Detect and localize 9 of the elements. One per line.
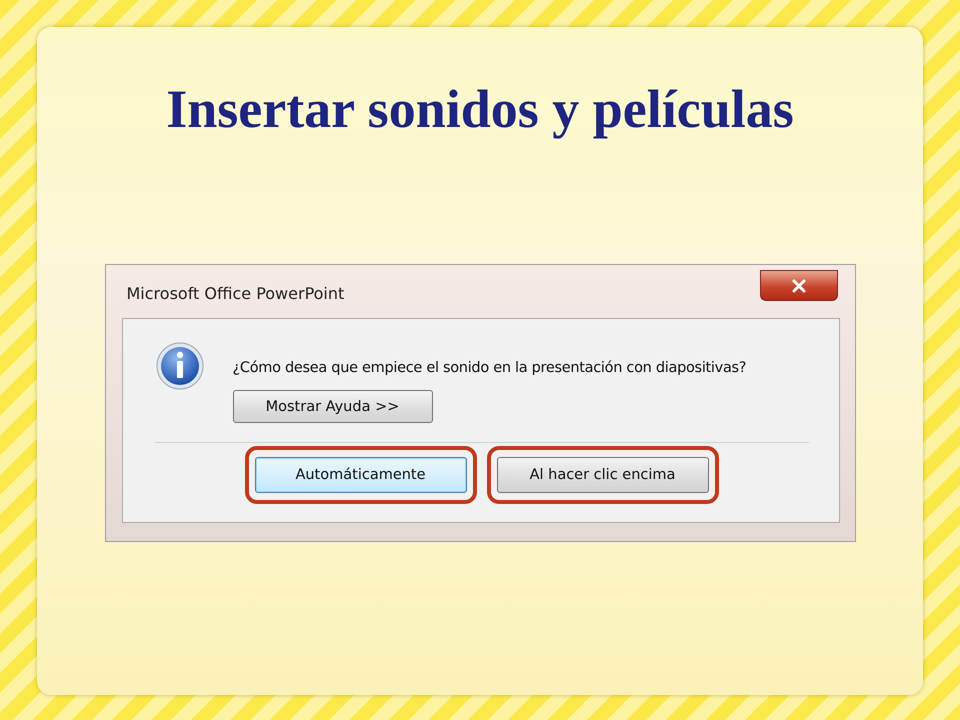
help-button[interactable]: Mostrar Ayuda >> <box>232 390 432 423</box>
dialog-message: ¿Cómo desea que empiece el sonido en la presentación con diapositivas? <box>232 360 746 376</box>
dialog-button[interactable]: Automáticamente <box>254 457 466 493</box>
close-button[interactable] <box>760 270 838 301</box>
close-icon <box>790 278 808 292</box>
dialog-button[interactable]: Al hacer clic encima <box>496 457 708 493</box>
window-title: Microsoft Office PowerPoint <box>126 284 344 303</box>
slide-title: Insertar sonidos y películas <box>166 78 794 141</box>
info-icon <box>154 341 204 391</box>
